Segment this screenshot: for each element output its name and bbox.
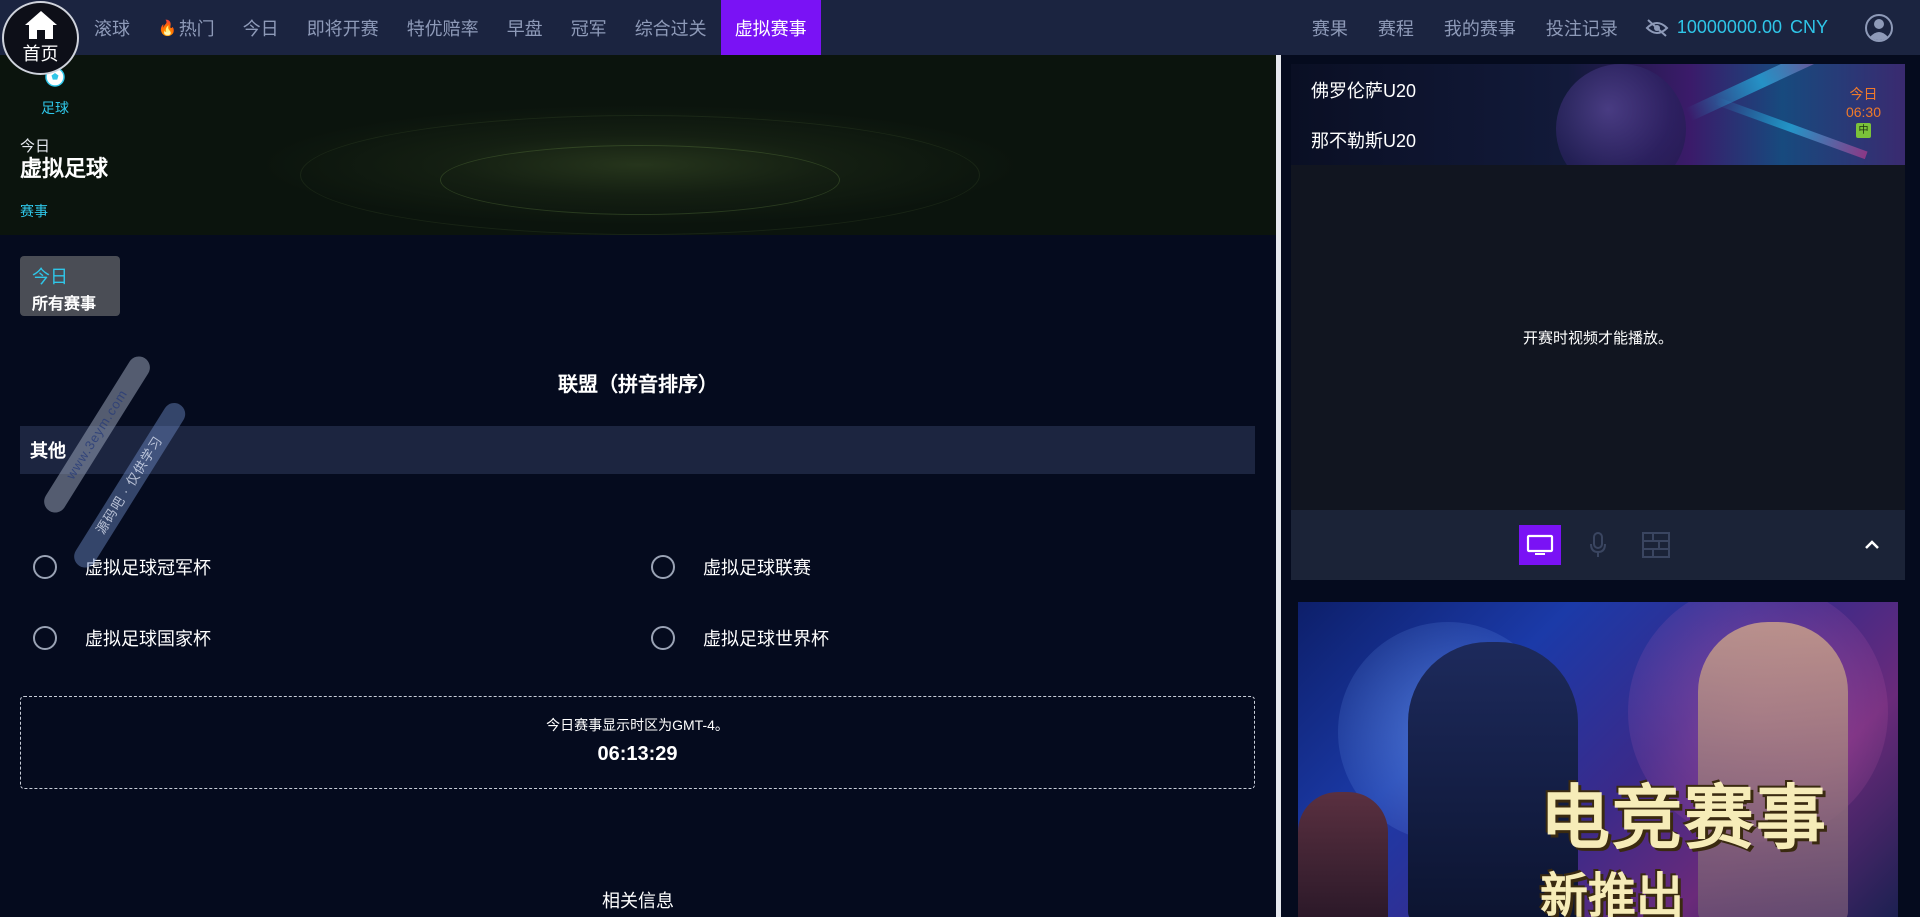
league-item[interactable]: 虚拟足球国家杯 [33, 625, 211, 651]
top-nav-bar: 首页 滚球 🔥 热门 今日 即将开赛 特优赔率 早盘 冠军 综合过关 虚拟赛事 赛… [0, 0, 1920, 75]
league-item[interactable]: 虚拟足球联赛 [651, 554, 811, 580]
nav-right: 赛果 赛程 我的赛事 投注记录 10000000.00 CNY [1297, 0, 1920, 55]
nav-label: 冠军 [570, 18, 607, 39]
scoreboard-button[interactable] [1635, 525, 1677, 565]
away-team: 那不勒斯U20 [1311, 131, 1417, 151]
nav-item-virtual[interactable]: 虚拟赛事 [720, 0, 821, 55]
group-name: 其他 [30, 441, 66, 461]
timezone-box: 今日赛事显示时区为GMT-4。 06:13:29 [20, 696, 1255, 789]
nav-item-parlay[interactable]: 综合过关 [621, 0, 721, 55]
home-icon [24, 11, 57, 39]
nav-label: 投注记录 [1545, 18, 1618, 39]
league-name: 虚拟足球联赛 [703, 558, 811, 578]
character-artwork [1298, 792, 1388, 917]
nav-label: 早盘 [506, 18, 543, 39]
filter-all-events[interactable]: 今日 所有赛事 [20, 256, 120, 316]
main-content: 足球 今日 虚拟足球 赛事 今日 所有赛事 联盟（拼音排序） 其他 虚拟足球冠军… [0, 55, 1276, 917]
home-team: 佛罗伦萨U20 [1311, 81, 1417, 101]
nav-label: 即将开赛 [306, 18, 379, 39]
side-panel: 佛罗伦萨U20 那不勒斯U20 今日 06:30 中 开赛时视频才能播放。 电竞… [1281, 55, 1920, 917]
promo-headline: 电竞赛事 [1540, 779, 1828, 857]
nav-label: 赛果 [1311, 18, 1348, 39]
video-player[interactable]: 开赛时视频才能播放。 [1291, 165, 1905, 510]
nav-label: 我的赛事 [1443, 18, 1516, 39]
league-name: 虚拟足球世界杯 [703, 629, 829, 649]
nav-item-hot[interactable]: 🔥 热门 [144, 0, 229, 55]
page-title: 虚拟足球 [20, 156, 109, 181]
paint-streak [1714, 96, 1868, 160]
nav-item-today[interactable]: 今日 [229, 0, 293, 55]
esports-promo-banner[interactable]: 电竞赛事 新推出 [1298, 602, 1898, 917]
video-controls [1291, 510, 1905, 580]
watermark: 源码吧 · 仅供学习 [70, 398, 190, 572]
hide-balance-button[interactable] [1643, 14, 1671, 42]
balance-currency: CNY [1789, 17, 1828, 37]
league-name: 虚拟足球冠军杯 [85, 558, 211, 578]
nav-item-upcoming[interactable]: 即将开赛 [293, 0, 393, 55]
tv-button[interactable] [1519, 525, 1561, 565]
kickoff-time: 06:30 [1845, 104, 1881, 120]
nav-label: 综合过关 [634, 18, 707, 39]
nav-item-outright[interactable]: 冠军 [557, 0, 621, 55]
stadium-decoration [440, 145, 840, 215]
nav-label: 虚拟赛事 [734, 18, 807, 39]
fire-icon: 🔥 [158, 19, 177, 37]
nav-item-bet-history[interactable]: 投注记录 [1531, 0, 1633, 55]
scoreboard-icon [1642, 532, 1670, 558]
nav-item-live[interactable]: 滚球 [80, 0, 144, 55]
chevron-up-icon [1865, 540, 1879, 549]
hero-banner: 足球 今日 虚拟足球 赛事 [0, 55, 1276, 235]
home-label: 首页 [22, 44, 59, 64]
neutral-badge: 中 [1855, 123, 1871, 138]
league-item[interactable]: 虚拟足球冠军杯 [33, 554, 211, 580]
nav-menu: 滚球 🔥 热门 今日 即将开赛 特优赔率 早盘 冠军 综合过关 虚拟赛事 [80, 0, 821, 55]
eye-off-icon [1645, 18, 1669, 37]
nav-label: 特优赔率 [406, 18, 479, 39]
sport-tab-label: 足球 [41, 100, 69, 116]
nav-label: 今日 [242, 18, 279, 39]
nav-item-special-odds[interactable]: 特优赔率 [393, 0, 493, 55]
radio-button[interactable] [33, 626, 57, 650]
league-heading: 联盟（拼音排序） [558, 374, 718, 396]
balance-amount: 10000000.00 [1676, 17, 1782, 37]
league-group-header[interactable]: 其他 [20, 426, 1255, 474]
home-button[interactable]: 首页 [2, 1, 79, 75]
video-message: 开赛时视频才能播放。 [1522, 330, 1673, 347]
timezone-note: 今日赛事显示时区为GMT-4。 [546, 717, 729, 733]
related-info-heading: 相关信息 [602, 891, 674, 911]
radio-button[interactable] [33, 555, 57, 579]
nav-label: 热门 [178, 18, 215, 39]
balance-display: 10000000.00 CNY [1677, 17, 1828, 38]
filter-day: 今日 [32, 267, 68, 287]
league-item[interactable]: 虚拟足球世界杯 [651, 625, 829, 651]
kickoff-day: 今日 [1849, 86, 1878, 102]
microphone-icon [1590, 532, 1606, 557]
league-name: 虚拟足球国家杯 [85, 629, 211, 649]
collapse-button[interactable] [1857, 530, 1887, 560]
nav-item-my-events[interactable]: 我的赛事 [1429, 0, 1531, 55]
current-time: 06:13:29 [597, 743, 678, 765]
nav-item-early[interactable]: 早盘 [493, 0, 557, 55]
nav-item-results[interactable]: 赛果 [1297, 0, 1363, 55]
featured-match-card[interactable]: 佛罗伦萨U20 那不勒斯U20 今日 06:30 中 [1291, 64, 1905, 165]
nav-item-schedule[interactable]: 赛程 [1363, 0, 1429, 55]
tv-icon [1526, 534, 1554, 555]
events-link[interactable]: 赛事 [20, 201, 48, 221]
user-icon[interactable] [1864, 13, 1894, 43]
promo-subline: 新推出 [1540, 870, 1685, 917]
radio-button[interactable] [651, 626, 675, 650]
nav-label: 赛程 [1377, 18, 1414, 39]
filter-label: 所有赛事 [32, 296, 97, 313]
radio-button[interactable] [651, 555, 675, 579]
audio-button[interactable] [1577, 525, 1619, 565]
kickoff-info: 今日 06:30 中 [1846, 84, 1881, 138]
nav-label: 滚球 [94, 18, 130, 39]
soccer-ball-artwork [1556, 64, 1686, 165]
